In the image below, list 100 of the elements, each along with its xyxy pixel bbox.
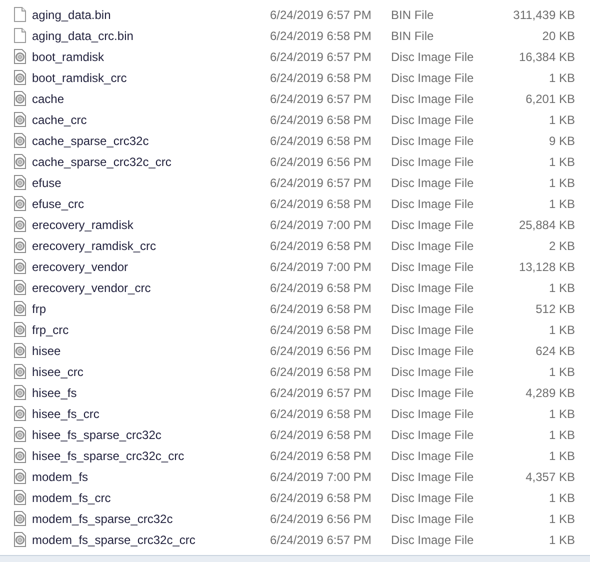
file-size: 311,439 KB xyxy=(512,6,575,24)
file-name[interactable]: boot_ramdisk xyxy=(32,48,270,66)
date-modified: 6/24/2019 6:58 PM xyxy=(270,280,372,296)
file-type: Disc Image File xyxy=(391,112,475,128)
file-type: Disc Image File xyxy=(391,510,475,528)
file-name[interactable]: hisee_fs_sparse_crc32c xyxy=(32,426,270,444)
file-type: Disc Image File xyxy=(391,448,475,464)
file-type: Disc Image File xyxy=(391,300,475,318)
date-modified: 6/24/2019 6:57 PM xyxy=(270,532,372,548)
date-modified: 6/24/2019 6:58 PM xyxy=(270,300,372,318)
date-modified: 6/24/2019 6:58 PM xyxy=(270,322,372,338)
file-size: 1 KB xyxy=(548,322,575,338)
file-type: Disc Image File xyxy=(391,238,475,254)
file-name[interactable]: hisee_crc xyxy=(32,362,270,380)
file-size: 1 KB xyxy=(548,490,575,506)
file-name[interactable]: modem_fs xyxy=(32,468,270,486)
date-modified: 6/24/2019 6:58 PM xyxy=(270,490,372,506)
file-name[interactable]: efuse_crc xyxy=(32,194,270,212)
file-name[interactable]: erecovery_ramdisk_crc xyxy=(32,236,270,254)
file-size: 4,357 KB xyxy=(524,468,575,486)
date-modified: 6/24/2019 6:58 PM xyxy=(270,238,372,254)
file-name[interactable]: modem_fs_crc xyxy=(32,488,270,506)
file-type: Disc Image File xyxy=(391,258,475,276)
file-size: 16,384 KB xyxy=(518,48,575,66)
file-size: 1 KB xyxy=(548,532,575,548)
date-modified: 6/24/2019 6:57 PM xyxy=(270,6,372,24)
document-icon xyxy=(14,28,26,43)
file-size: 1 KB xyxy=(548,196,575,212)
date-modified: 6/24/2019 6:57 PM xyxy=(270,384,372,402)
file-name[interactable]: erecovery_vendor xyxy=(32,258,270,276)
file-type: Disc Image File xyxy=(391,154,475,170)
file-name[interactable]: hisee_fs_sparse_crc32c_crc xyxy=(32,446,270,464)
date-modified: 6/24/2019 6:57 PM xyxy=(270,90,372,108)
file-size: 1 KB xyxy=(548,448,575,464)
file-type: Disc Image File xyxy=(391,322,475,338)
date-modified: 6/24/2019 7:00 PM xyxy=(270,468,372,486)
date-modified: 6/24/2019 6:56 PM xyxy=(270,510,372,528)
file-name[interactable]: modem_fs_sparse_crc32c xyxy=(32,510,270,528)
file-size: 1 KB xyxy=(548,70,575,86)
date-modified: 6/24/2019 7:00 PM xyxy=(270,216,372,234)
file-size: 1 KB xyxy=(548,510,575,528)
file-name[interactable]: cache_sparse_crc32c_crc xyxy=(32,152,270,170)
date-modified: 6/24/2019 7:00 PM xyxy=(270,258,372,276)
file-size: 20 KB xyxy=(541,28,575,44)
file-size: 1 KB xyxy=(548,426,575,444)
file-name[interactable]: erecovery_vendor_crc xyxy=(32,278,270,296)
file-type: Disc Image File xyxy=(391,48,475,66)
date-modified: 6/24/2019 6:58 PM xyxy=(270,364,372,380)
file-name[interactable]: hisee_fs_crc xyxy=(32,404,270,422)
file-name[interactable]: cache_crc xyxy=(32,110,270,128)
file-name[interactable]: cache xyxy=(32,90,270,108)
file-type: Disc Image File xyxy=(391,426,475,444)
file-size: 4,289 KB xyxy=(524,384,575,402)
file-name[interactable]: hisee_fs xyxy=(32,384,270,402)
file-type: Disc Image File xyxy=(391,196,475,212)
file-name[interactable]: hisee xyxy=(32,342,270,360)
file-name[interactable]: frp xyxy=(32,300,270,318)
document-icon xyxy=(14,7,26,22)
file-size: 2 KB xyxy=(548,238,575,254)
file-name[interactable]: frp_crc xyxy=(32,320,270,338)
file-size: 9 KB xyxy=(548,132,575,150)
file-type: Disc Image File xyxy=(391,132,475,150)
date-modified: 6/24/2019 6:58 PM xyxy=(270,70,372,86)
file-type: Disc Image File xyxy=(391,384,475,402)
date-modified: 6/24/2019 6:58 PM xyxy=(270,448,372,464)
file-name[interactable]: cache_sparse_crc32c xyxy=(32,132,270,150)
date-modified: 6/24/2019 6:58 PM xyxy=(270,132,372,150)
file-type: Disc Image File xyxy=(391,468,475,486)
file-size: 1 KB xyxy=(548,112,575,128)
date-modified: 6/24/2019 6:58 PM xyxy=(270,426,372,444)
file-type: Disc Image File xyxy=(391,490,475,506)
file-size: 1 KB xyxy=(548,280,575,296)
file-name[interactable]: modem_fs_sparse_crc32c_crc xyxy=(32,530,270,548)
file-name[interactable]: efuse xyxy=(32,174,270,192)
file-type: BIN File xyxy=(391,6,435,24)
file-type: Disc Image File xyxy=(391,174,475,192)
file-type: Disc Image File xyxy=(391,216,475,234)
file-size: 1 KB xyxy=(548,406,575,422)
date-modified: 6/24/2019 6:58 PM xyxy=(270,112,372,128)
file-type: Disc Image File xyxy=(391,532,475,548)
file-size: 6,201 KB xyxy=(524,90,575,108)
file-size: 624 KB xyxy=(534,342,575,360)
file-type: Disc Image File xyxy=(391,406,475,422)
file-size: 512 KB xyxy=(534,300,575,318)
date-modified: 6/24/2019 6:58 PM xyxy=(270,196,372,212)
file-name[interactable]: boot_ramdisk_crc xyxy=(32,68,270,86)
file-name[interactable]: erecovery_ramdisk xyxy=(32,216,270,234)
file-type: Disc Image File xyxy=(391,90,475,108)
date-modified: 6/24/2019 6:58 PM xyxy=(270,28,372,44)
file-type: Disc Image File xyxy=(391,280,475,296)
date-modified: 6/24/2019 6:56 PM xyxy=(270,342,372,360)
file-size: 1 KB xyxy=(548,364,575,380)
file-type: BIN File xyxy=(391,28,435,44)
date-modified: 6/24/2019 6:57 PM xyxy=(270,174,372,192)
date-modified: 6/24/2019 6:58 PM xyxy=(270,406,372,422)
date-modified: 6/24/2019 6:57 PM xyxy=(270,48,372,66)
file-type: Disc Image File xyxy=(391,342,475,360)
date-modified: 6/24/2019 6:56 PM xyxy=(270,154,372,170)
file-name[interactable]: aging_data.bin xyxy=(32,6,270,24)
file-name[interactable]: aging_data_crc.bin xyxy=(32,26,270,44)
